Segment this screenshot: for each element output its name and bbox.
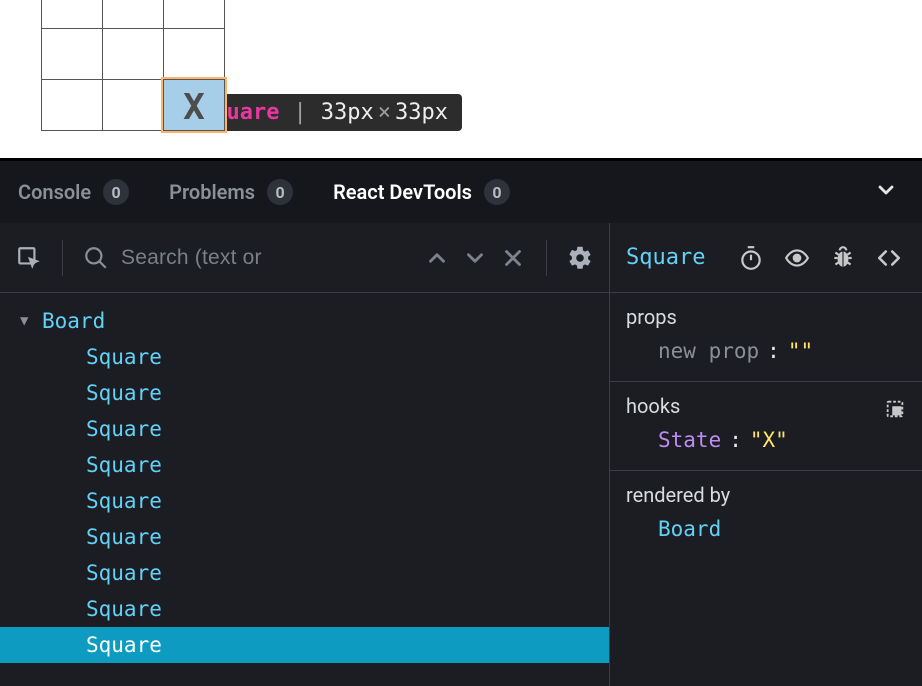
tree-row-root[interactable]: ▼ Board bbox=[0, 303, 609, 339]
board-cell[interactable] bbox=[102, 79, 164, 131]
props-key: new prop bbox=[658, 339, 759, 363]
tree-node-name: Square bbox=[86, 561, 162, 585]
tab-console-label: Console bbox=[18, 180, 91, 204]
details-props-section: props new prop : "" bbox=[610, 293, 922, 382]
tooltip-width: 33px bbox=[321, 100, 374, 125]
details-hooks-title: hooks bbox=[626, 394, 680, 418]
tabs-overflow-chevron-icon[interactable] bbox=[868, 174, 904, 211]
tree-row-child[interactable]: Square bbox=[0, 591, 609, 627]
tree-node-name: Square bbox=[86, 489, 162, 513]
details-rendered-section: rendered by Board bbox=[610, 471, 922, 559]
tree-toolbar bbox=[0, 223, 609, 293]
devtools-tabs: Console 0 Problems 0 React DevTools 0 bbox=[0, 161, 922, 223]
board-cell[interactable] bbox=[102, 0, 164, 29]
board-cell[interactable] bbox=[163, 28, 225, 80]
search-clear-icon[interactable] bbox=[496, 241, 530, 275]
tree-node-name: Square bbox=[86, 525, 162, 549]
tree-node-name: Square bbox=[86, 345, 162, 369]
hooks-key: State bbox=[658, 428, 721, 452]
tictactoe-board: X bbox=[42, 0, 225, 131]
board-cell[interactable] bbox=[163, 0, 225, 29]
component-tree-pane: ▼ Board Square Square Square Square Square Squa… bbox=[0, 223, 610, 686]
inspect-element-icon[interactable] bbox=[12, 241, 46, 275]
props-value: "" bbox=[788, 339, 813, 363]
tree-node-name: Square bbox=[86, 381, 162, 405]
cell-value: X bbox=[183, 83, 205, 128]
hooks-toggle-icon[interactable] bbox=[884, 398, 906, 425]
hooks-value: "X" bbox=[750, 428, 788, 452]
board-cell[interactable] bbox=[41, 0, 103, 29]
tab-react-count: 0 bbox=[484, 179, 510, 205]
search-icon bbox=[79, 241, 113, 275]
search-next-icon[interactable] bbox=[458, 241, 492, 275]
tree-row-child[interactable]: Square bbox=[0, 447, 609, 483]
tooltip-height: 33px bbox=[395, 100, 448, 125]
details-props-title: props bbox=[626, 305, 906, 329]
tree-row-child[interactable]: Square bbox=[0, 483, 609, 519]
tree-row-child[interactable]: Square bbox=[0, 339, 609, 375]
tree-node-name: Square bbox=[86, 417, 162, 441]
settings-gear-icon[interactable] bbox=[563, 241, 597, 275]
props-entry[interactable]: new prop : "" bbox=[626, 339, 906, 363]
search-prev-icon[interactable] bbox=[420, 241, 454, 275]
tree-search bbox=[79, 241, 410, 275]
suspend-stopwatch-icon[interactable] bbox=[734, 241, 768, 275]
tree-node-name: Square bbox=[86, 633, 162, 657]
tooltip-divider: | bbox=[293, 100, 306, 125]
rendered-by-link[interactable]: Board bbox=[626, 517, 906, 541]
tab-problems-count: 0 bbox=[267, 179, 293, 205]
tree-row-child[interactable]: Square bbox=[0, 555, 609, 591]
tab-console-count: 0 bbox=[103, 179, 129, 205]
tree-row-child[interactable]: Square bbox=[0, 627, 609, 663]
inspect-dom-eye-icon[interactable] bbox=[780, 241, 814, 275]
tab-react-label: React DevTools bbox=[333, 180, 472, 204]
view-source-icon[interactable] bbox=[872, 241, 906, 275]
tree-row-child[interactable]: Square bbox=[0, 519, 609, 555]
details-selected-name: Square bbox=[626, 245, 705, 270]
tree-node-name: Square bbox=[86, 453, 162, 477]
hooks-entry[interactable]: State: "X" bbox=[626, 428, 906, 452]
component-details-pane: Square props new prop : bbox=[610, 223, 922, 686]
debug-bug-icon[interactable] bbox=[826, 241, 860, 275]
app-preview: X Square | 33px×33px bbox=[0, 0, 922, 158]
details-header: Square bbox=[610, 223, 922, 293]
board-cell[interactable] bbox=[41, 79, 103, 131]
tab-problems-label: Problems bbox=[169, 180, 255, 204]
tab-problems[interactable]: Problems 0 bbox=[169, 173, 293, 211]
board-cell-selected[interactable]: X bbox=[163, 79, 225, 131]
tree-node-name: Board bbox=[42, 309, 105, 333]
disclosure-triangle-icon[interactable]: ▼ bbox=[20, 313, 36, 329]
tooltip-dimensions: 33px×33px bbox=[321, 100, 448, 125]
search-input[interactable] bbox=[121, 246, 410, 270]
component-tree[interactable]: ▼ Board Square Square Square Square Square Squa… bbox=[0, 293, 609, 686]
board-cell[interactable] bbox=[102, 28, 164, 80]
tree-node-name: Square bbox=[86, 597, 162, 621]
tab-react-devtools[interactable]: React DevTools 0 bbox=[333, 173, 510, 211]
tree-row-child[interactable]: Square bbox=[0, 375, 609, 411]
details-hooks-section: hooks State: "X" bbox=[610, 382, 922, 471]
inspector-tooltip: Square | 33px×33px bbox=[186, 94, 462, 131]
tab-console[interactable]: Console 0 bbox=[18, 173, 129, 211]
details-rendered-title: rendered by bbox=[626, 483, 906, 507]
board-cell[interactable] bbox=[41, 28, 103, 80]
tree-row-child[interactable]: Square bbox=[0, 411, 609, 447]
devtools-panel: Console 0 Problems 0 React DevTools 0 bbox=[0, 158, 922, 686]
